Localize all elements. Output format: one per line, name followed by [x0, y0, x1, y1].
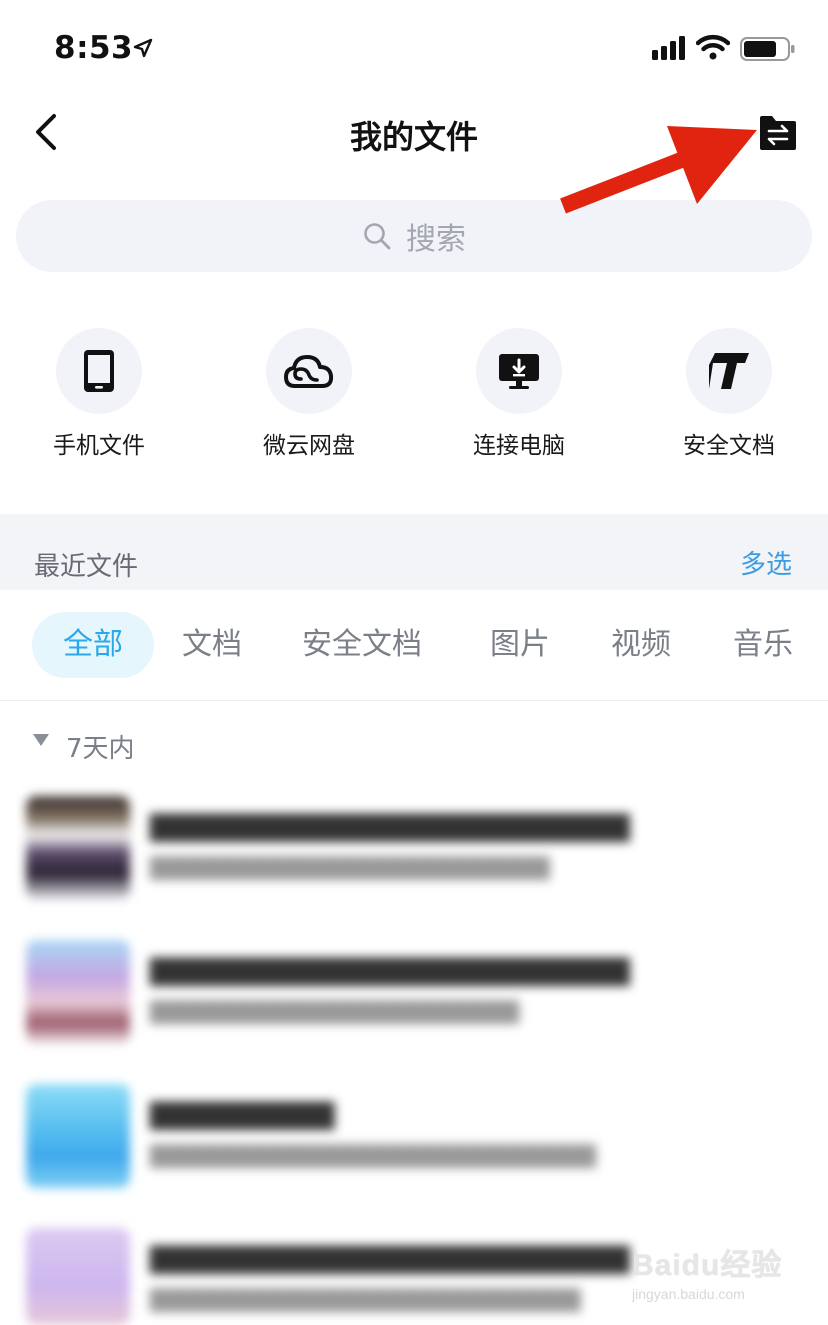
- phone-icon: [84, 350, 114, 392]
- quick-entries: 手机文件 微云网盘 连接电脑 安全文档: [0, 328, 828, 468]
- list-item[interactable]: ██████████ █████████████████████████████: [0, 1084, 828, 1214]
- file-meta-blurred: ██████████████████████████: [150, 856, 550, 880]
- entry-label: 手机文件: [53, 433, 145, 459]
- recent-files-title: 最近文件: [34, 552, 139, 582]
- secure-doc-icon: [709, 353, 749, 389]
- status-time: 8:53: [54, 30, 134, 66]
- file-thumbnail: [26, 1228, 130, 1325]
- wifi-icon: [696, 34, 730, 60]
- entry-connect-computer[interactable]: 连接电脑: [429, 328, 609, 460]
- list-item[interactable]: ██████████████████████████ █████████████…: [0, 796, 828, 926]
- tab-all[interactable]: 全部: [32, 612, 154, 678]
- file-name-blurred: ██████████████████████████: [150, 1246, 630, 1274]
- entry-circle: [476, 328, 562, 414]
- computer-icon: [499, 354, 539, 389]
- watermark-brand: Baidu经验: [632, 1249, 783, 1282]
- cellular-signal-icon: [652, 36, 685, 60]
- tab-secure-documents[interactable]: 安全文档: [302, 612, 422, 678]
- tab-videos[interactable]: 视频: [611, 612, 671, 678]
- battery-icon: [740, 37, 795, 61]
- search-placeholder: 搜索: [406, 222, 466, 257]
- divider: [0, 700, 828, 701]
- entry-circle: [686, 328, 772, 414]
- annotation-arrow: [560, 126, 757, 214]
- entry-secure-docs[interactable]: 安全文档: [639, 328, 819, 460]
- entry-weiyun-drive[interactable]: 微云网盘: [219, 328, 399, 460]
- entry-label: 微云网盘: [263, 433, 355, 459]
- watermark-url: jingyan.baidu.com: [632, 1286, 745, 1302]
- tab-documents[interactable]: 文档: [182, 612, 242, 678]
- file-meta-blurred: ████████████████████████: [150, 1000, 520, 1024]
- search-icon: [364, 223, 391, 250]
- filter-tabs: 全部 文档 安全文档 图片 视频 音乐: [0, 612, 828, 682]
- file-meta-blurred: ████████████████████████████: [150, 1288, 581, 1312]
- file-meta-blurred: █████████████████████████████: [150, 1144, 597, 1168]
- file-name-blurred: ██████████: [150, 1102, 335, 1130]
- caret-down-icon[interactable]: [32, 733, 50, 747]
- file-thumbnail: [26, 1084, 130, 1188]
- entry-circle: [266, 328, 352, 414]
- entry-label: 连接电脑: [473, 433, 565, 459]
- tab-music[interactable]: 音乐: [733, 612, 793, 678]
- multi-select-button[interactable]: 多选: [740, 544, 792, 581]
- file-thumbnail: [26, 796, 130, 900]
- entry-circle: [56, 328, 142, 414]
- file-thumbnail: [26, 940, 130, 1044]
- group-title-7-days: 7天内: [66, 734, 135, 764]
- entry-phone-files[interactable]: 手机文件: [9, 328, 189, 460]
- location-arrow-icon: [133, 38, 153, 58]
- cloud-icon: [284, 355, 334, 388]
- entry-label: 安全文档: [683, 433, 775, 459]
- tab-images[interactable]: 图片: [490, 612, 550, 678]
- status-bar: 8:53: [0, 0, 828, 96]
- file-name-blurred: ██████████████████████████: [150, 958, 630, 986]
- list-item[interactable]: ██████████████████████████ █████████████…: [0, 940, 828, 1070]
- file-name-blurred: ██████████████████████████: [150, 814, 630, 842]
- baidu-watermark: Baidu经验 jingyan.baidu.com: [632, 1240, 792, 1310]
